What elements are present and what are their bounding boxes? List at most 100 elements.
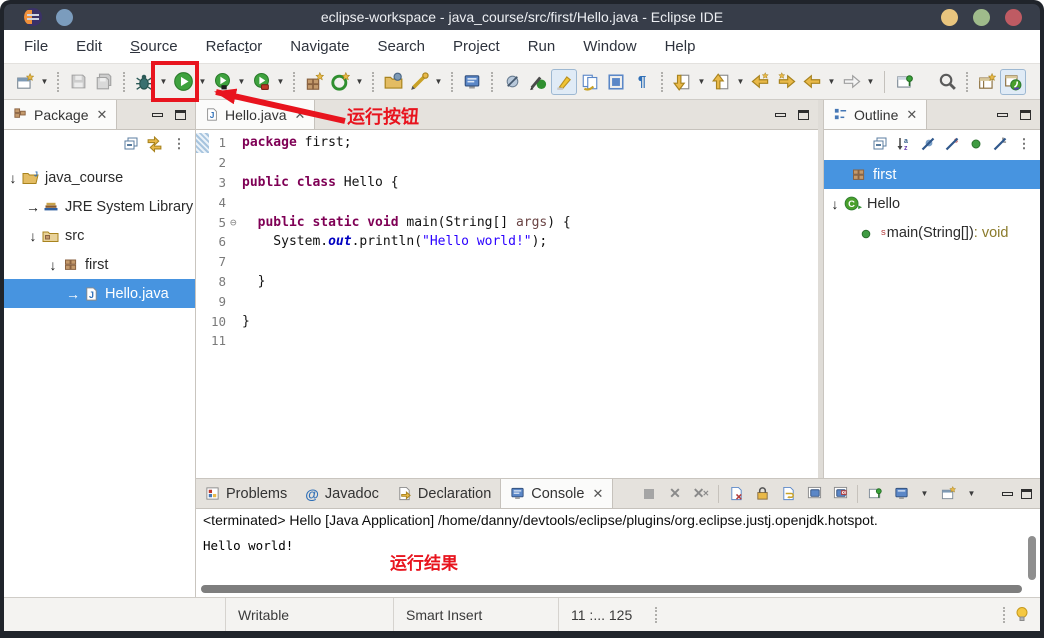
tree-item-src[interactable]: ↓ src — [4, 221, 195, 250]
search-icon[interactable] — [934, 69, 960, 95]
menu-help[interactable]: Help — [651, 30, 710, 63]
close-icon[interactable]: ✕ — [96, 107, 107, 123]
tree-item-hello-java[interactable]: → J Hello.java — [4, 279, 195, 308]
profile-dropdown[interactable]: ▼ — [274, 77, 287, 86]
show-selected-element-icon[interactable] — [603, 69, 629, 95]
close-icon[interactable]: ✕ — [592, 486, 603, 502]
tab-problems[interactable]: Problems — [196, 479, 296, 508]
last-edit-location-icon[interactable] — [892, 69, 918, 95]
outline-item-main[interactable]: s main(String[]) : void — [824, 218, 1040, 247]
tab-declaration[interactable]: Declaration — [388, 479, 500, 508]
menu-project[interactable]: Project — [439, 30, 514, 63]
scroll-lock-icon[interactable] — [753, 485, 771, 503]
code-editor[interactable]: 1package first; 2 3public class Hello { … — [196, 130, 818, 478]
open-plugin-icon[interactable] — [327, 69, 353, 95]
maximize-view-icon[interactable] — [175, 110, 186, 120]
new-java-project-icon[interactable] — [301, 69, 327, 95]
menu-search[interactable]: Search — [363, 30, 439, 63]
run-icon[interactable] — [170, 69, 196, 95]
clear-console-icon[interactable] — [727, 485, 745, 503]
minimize-view-icon[interactable] — [775, 113, 786, 117]
maximize-view-icon[interactable] — [1020, 110, 1031, 120]
menu-edit[interactable]: Edit — [62, 30, 116, 63]
open-perspective-icon[interactable] — [974, 69, 1000, 95]
fold-marker-icon[interactable]: ⊖ — [230, 217, 242, 228]
tab-console[interactable]: Console ✕ — [500, 479, 613, 508]
menu-refactor[interactable]: Refactor — [192, 30, 277, 63]
forward-icon[interactable] — [838, 69, 864, 95]
menu-source[interactable]: Source — [116, 30, 192, 63]
terminate-icon[interactable] — [640, 485, 658, 503]
vertical-scrollbar[interactable] — [1028, 536, 1036, 580]
open-folder-icon[interactable] — [380, 69, 406, 95]
run-coverage-dropdown[interactable]: ▼ — [235, 77, 248, 86]
expanded-arrow-icon[interactable]: ↓ — [4, 170, 22, 186]
link-with-editor-icon[interactable] — [146, 136, 163, 153]
collapsed-arrow-icon[interactable]: → — [24, 199, 42, 215]
maximize-view-icon[interactable] — [1021, 489, 1032, 499]
menu-file[interactable]: File — [10, 30, 62, 63]
remove-launch-icon[interactable]: ✕ — [666, 485, 684, 503]
hide-static-icon[interactable]: s — [943, 136, 960, 153]
annotate-pen-icon[interactable] — [406, 69, 432, 95]
tree-item-java-course[interactable]: ↓ J java_course — [4, 163, 195, 192]
expanded-arrow-icon[interactable]: ↓ — [44, 257, 62, 273]
outline-item-hello[interactable]: ↓ C Hello — [824, 189, 1040, 218]
run-coverage-icon[interactable] — [209, 69, 235, 95]
word-wrap-icon[interactable] — [779, 485, 797, 503]
debug-icon[interactable] — [131, 69, 157, 95]
sort-icon[interactable]: az — [895, 136, 912, 153]
view-menu-icon[interactable]: ⋮ — [170, 136, 187, 153]
annotate-pen-dropdown[interactable]: ▼ — [432, 77, 445, 86]
run-dropdown[interactable]: ▼ — [196, 77, 209, 86]
display-selected-console-icon[interactable] — [892, 485, 910, 503]
horizontal-scrollbar[interactable] — [201, 585, 1022, 593]
hide-fields-icon[interactable] — [919, 136, 936, 153]
save-all-icon[interactable] — [91, 69, 117, 95]
mark-occurrences-icon[interactable] — [525, 69, 551, 95]
expanded-arrow-icon[interactable]: ↓ — [24, 228, 42, 244]
open-console-icon[interactable] — [939, 485, 957, 503]
window-maximize-button[interactable] — [973, 9, 990, 26]
save-icon[interactable] — [65, 69, 91, 95]
show-whitespace-icon[interactable]: ¶ — [629, 69, 655, 95]
display-console-dropdown[interactable]: ▼ — [918, 489, 931, 498]
expanded-arrow-icon[interactable]: ↓ — [826, 196, 844, 212]
highlight-icon[interactable] — [551, 69, 577, 95]
open-plugin-dropdown[interactable]: ▼ — [353, 77, 366, 86]
debug-dropdown[interactable]: ▼ — [157, 77, 170, 86]
window-close-button[interactable] — [1005, 9, 1022, 26]
back-icon[interactable] — [799, 69, 825, 95]
collapsed-arrow-icon[interactable]: → — [64, 286, 82, 302]
notification-lamp-icon[interactable] — [1013, 606, 1030, 623]
collapse-all-icon[interactable] — [122, 136, 139, 153]
tab-package-explorer[interactable]: Package ✕ — [4, 100, 117, 129]
view-menu-icon[interactable]: ⋮ — [1015, 136, 1032, 153]
minimize-view-icon[interactable] — [152, 113, 163, 117]
menu-window[interactable]: Window — [569, 30, 650, 63]
tab-outline[interactable]: Outline ✕ — [824, 100, 927, 129]
menu-navigate[interactable]: Navigate — [276, 30, 363, 63]
pin-console-icon[interactable] — [866, 485, 884, 503]
link-with-editor-icon[interactable] — [577, 69, 603, 95]
tab-javadoc[interactable]: @ Javadoc — [296, 479, 388, 508]
previous-annotation-icon[interactable] — [708, 69, 734, 95]
remove-all-terminated-icon[interactable]: ✕✕ — [692, 485, 710, 503]
close-icon[interactable]: ✕ — [294, 107, 305, 123]
minimize-view-icon[interactable] — [1002, 492, 1013, 496]
outline-item-first[interactable]: first — [824, 160, 1040, 189]
console-output-area[interactable]: Hello world! — [196, 534, 1040, 596]
next-annotation-icon[interactable] — [669, 69, 695, 95]
hide-local-types-icon[interactable]: L — [991, 136, 1008, 153]
maximize-view-icon[interactable] — [798, 110, 809, 120]
external-tools-icon[interactable] — [499, 69, 525, 95]
menu-run[interactable]: Run — [514, 30, 570, 63]
new-wizard-dropdown[interactable]: ▼ — [38, 77, 51, 86]
profile-icon[interactable] — [248, 69, 274, 95]
show-non-public-icon[interactable] — [967, 136, 984, 153]
open-console-dropdown[interactable]: ▼ — [965, 489, 978, 498]
tree-item-first[interactable]: ↓ first — [4, 250, 195, 279]
java-perspective-icon[interactable] — [1000, 69, 1026, 95]
show-console-stderr-icon[interactable]: ✕ — [831, 485, 849, 503]
tab-hello-java[interactable]: J Hello.java ✕ — [196, 100, 315, 129]
